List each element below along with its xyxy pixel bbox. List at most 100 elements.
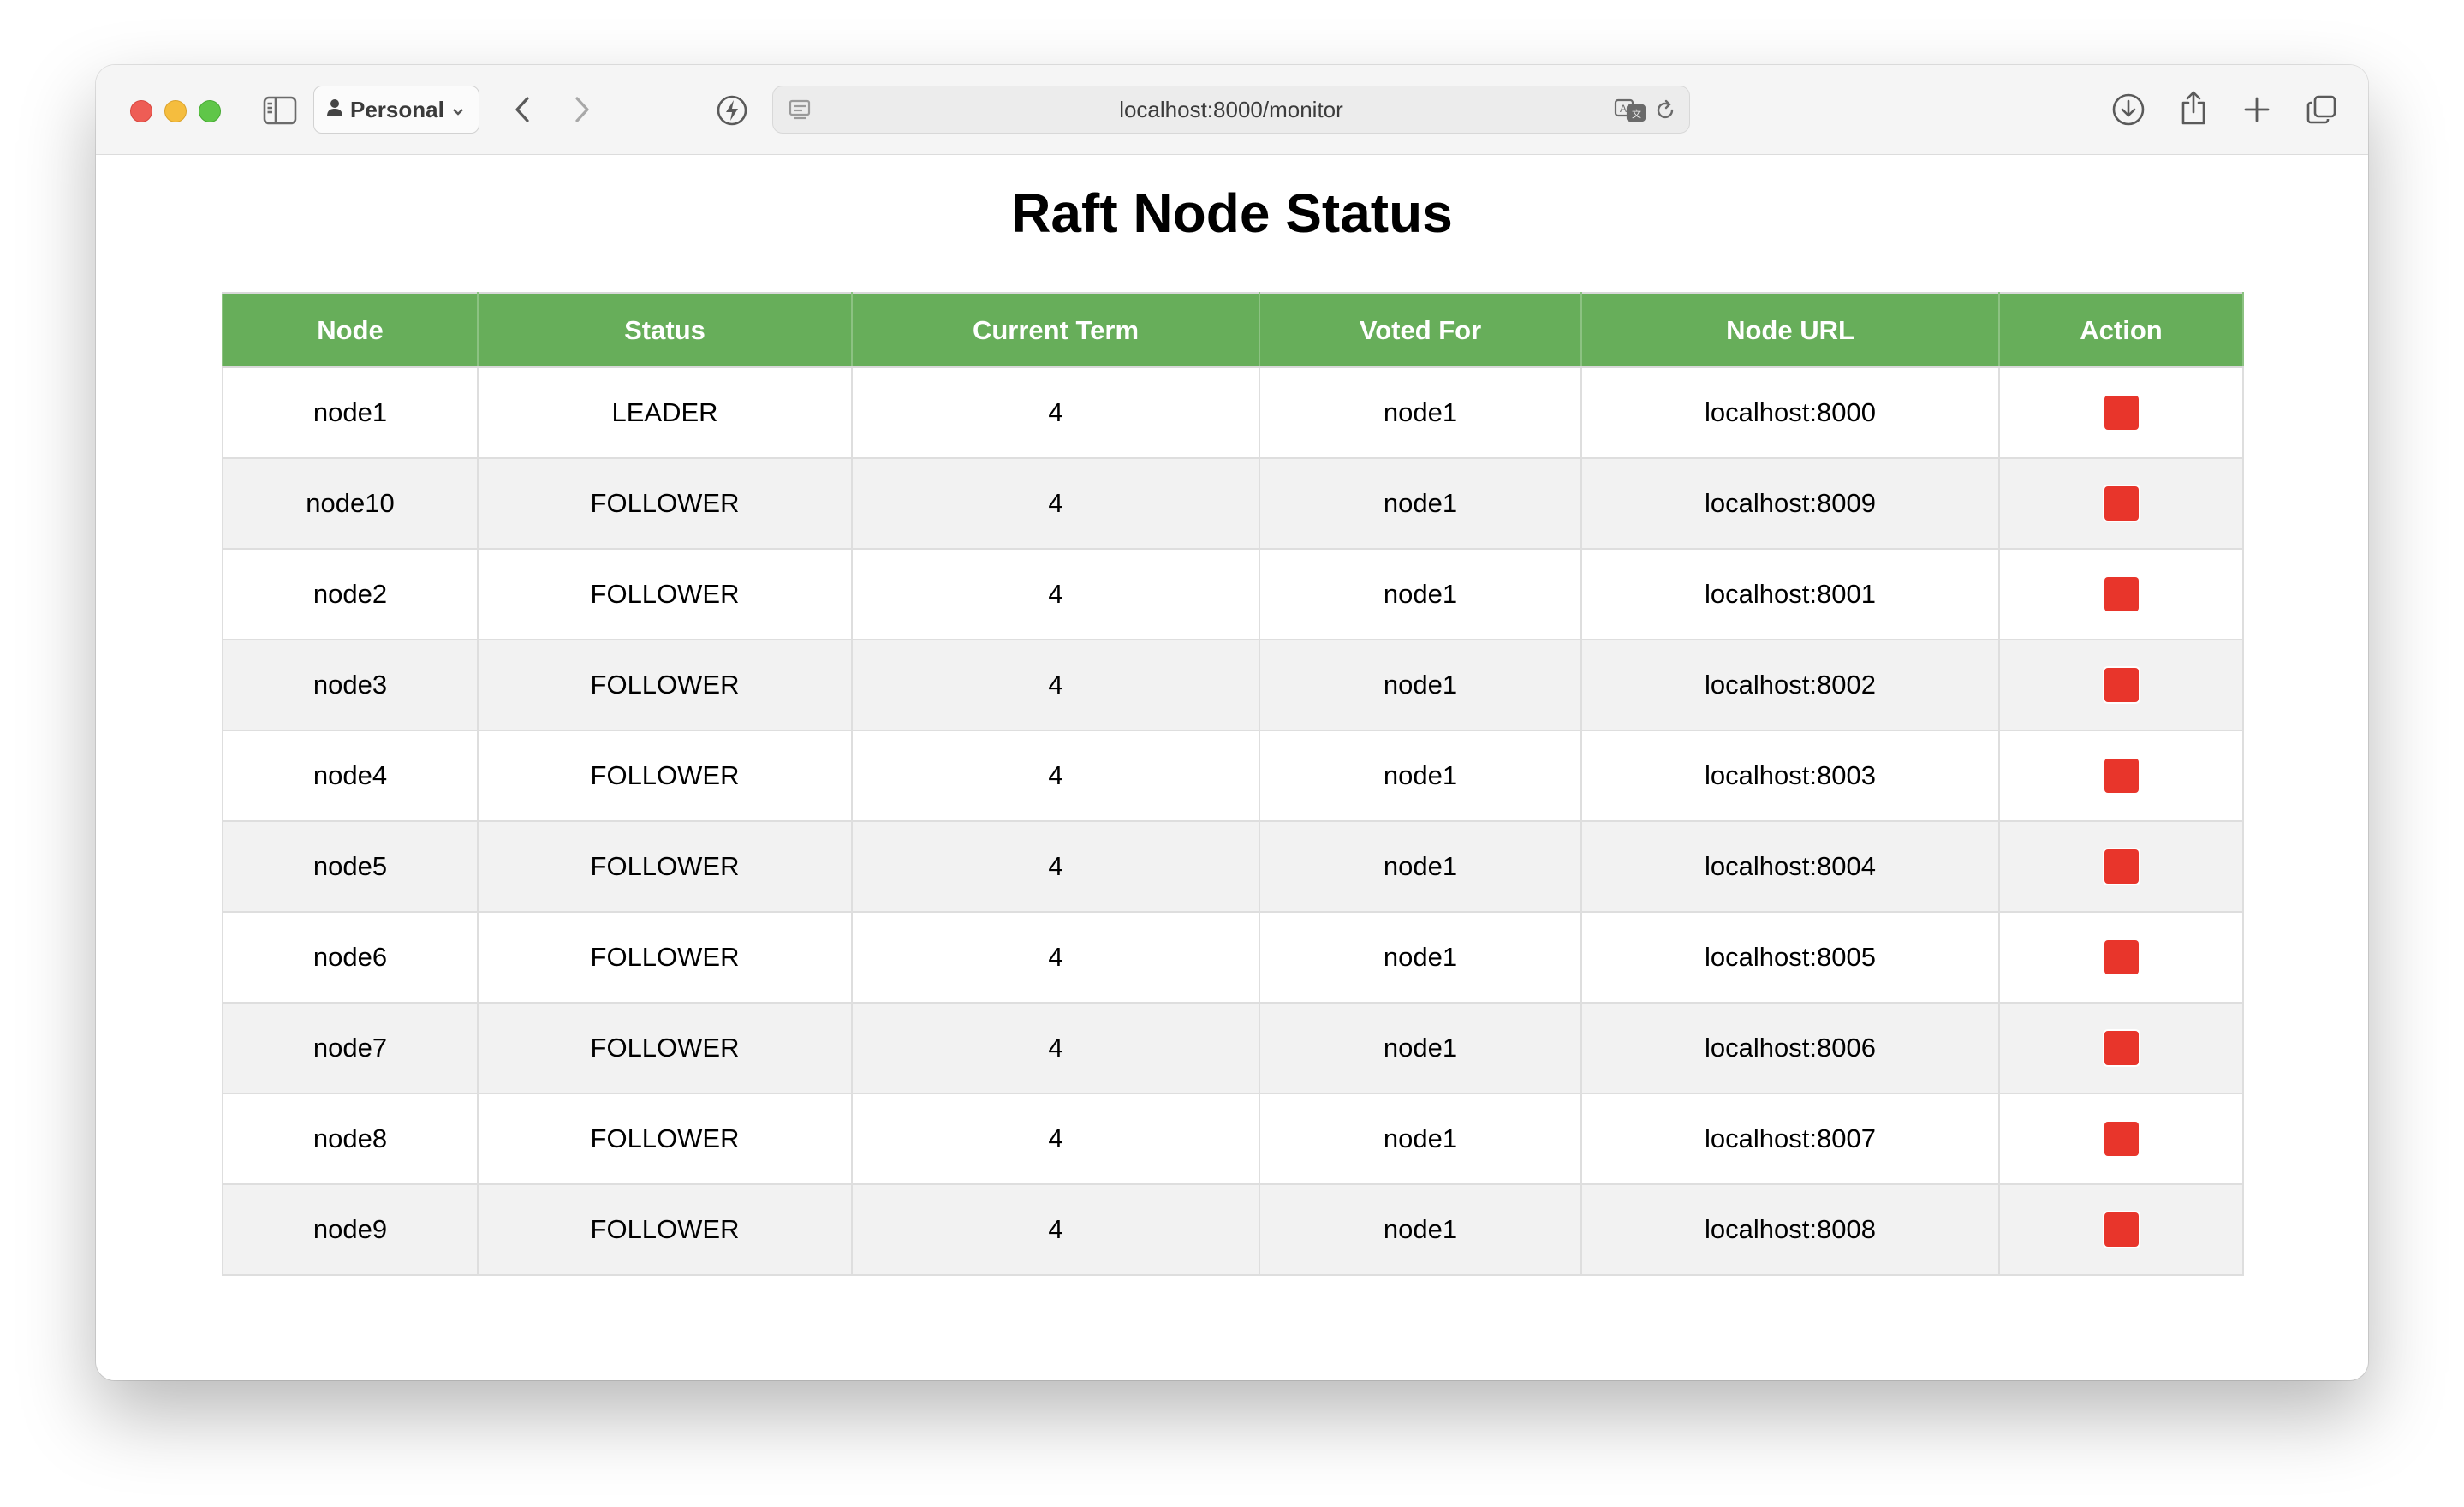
url-text: localhost:8000/monitor [1119, 96, 1343, 122]
cell-node-url: localhost:8002 [1580, 639, 2000, 731]
table-row: node7 FOLLOWER 4 node1 localhost:8006 [222, 1002, 2244, 1094]
stop-node-button[interactable] [2104, 1212, 2139, 1247]
cell-voted-for: node1 [1259, 730, 1582, 822]
cell-action [1998, 1093, 2244, 1185]
column-header-voted-for[interactable]: Voted For [1259, 292, 1582, 368]
cell-action [1998, 548, 2244, 640]
browser-window: Personal localhost:8000/monitor A 文 Raft… [96, 65, 2368, 1380]
page-title: Raft Node Status [1011, 182, 1453, 244]
table-row: node10 FOLLOWER 4 node1 localhost:8009 [222, 457, 2244, 550]
translate-icon[interactable]: A 文 [1614, 97, 1648, 124]
cell-node: node10 [222, 457, 479, 550]
cell-node-url: localhost:8008 [1580, 1183, 2000, 1276]
svg-text:文: 文 [1632, 108, 1641, 120]
cell-node: node5 [222, 820, 479, 913]
cell-action [1998, 1183, 2244, 1276]
cell-node: node3 [222, 639, 479, 731]
cell-action [1998, 730, 2244, 822]
svg-text:A: A [1620, 103, 1627, 115]
stop-node-button[interactable] [2104, 940, 2139, 974]
cell-status: FOLLOWER [477, 911, 853, 1004]
profile-selector[interactable]: Personal [313, 86, 479, 134]
cell-voted-for: node1 [1259, 820, 1582, 913]
cell-action [1998, 911, 2244, 1004]
reload-icon[interactable] [1653, 98, 1677, 122]
cell-node: node7 [222, 1002, 479, 1094]
address-bar[interactable]: localhost:8000/monitor A 文 [772, 86, 1690, 134]
cell-status: FOLLOWER [477, 457, 853, 550]
forward-arrow-icon[interactable] [565, 92, 599, 127]
cell-term: 4 [851, 366, 1260, 459]
cell-node: node6 [222, 911, 479, 1004]
column-header-status[interactable]: Status [477, 292, 853, 368]
column-header-node-url[interactable]: Node URL [1580, 292, 2000, 368]
share-icon[interactable] [2175, 87, 2212, 128]
column-header-node[interactable]: Node [222, 292, 479, 368]
bolt-icon[interactable] [714, 92, 750, 128]
stop-node-button[interactable] [2104, 759, 2139, 793]
maximize-window-button[interactable] [199, 100, 221, 122]
stop-node-button[interactable] [2104, 1031, 2139, 1065]
node-status-table: Node Status Current Term Voted For Node … [222, 292, 2244, 1276]
cell-node-url: localhost:8000 [1580, 366, 2000, 459]
stop-node-button[interactable] [2104, 577, 2139, 611]
browser-toolbar: Personal localhost:8000/monitor A 文 [96, 65, 2368, 155]
minimize-window-button[interactable] [164, 100, 187, 122]
column-header-current-term[interactable]: Current Term [851, 292, 1260, 368]
table-row: node1 LEADER 4 node1 localhost:8000 [222, 366, 2244, 459]
back-arrow-icon[interactable] [505, 92, 539, 127]
cell-voted-for: node1 [1259, 366, 1582, 459]
cell-term: 4 [851, 639, 1260, 731]
sidebar-toggle-icon[interactable] [262, 94, 298, 127]
stop-node-button[interactable] [2104, 396, 2139, 430]
cell-action [1998, 366, 2244, 459]
tab-overview-icon[interactable] [2303, 91, 2341, 128]
close-window-button[interactable] [130, 100, 152, 122]
table-row: node8 FOLLOWER 4 node1 localhost:8007 [222, 1093, 2244, 1185]
page-content: Raft Node Status Node Status Current Ter… [96, 155, 2368, 1380]
cell-node: node9 [222, 1183, 479, 1276]
table-row: node3 FOLLOWER 4 node1 localhost:8002 [222, 639, 2244, 731]
table-row: node6 FOLLOWER 4 node1 localhost:8005 [222, 911, 2244, 1004]
cell-term: 4 [851, 1002, 1260, 1094]
cell-action [1998, 820, 2244, 913]
cell-node-url: localhost:8001 [1580, 548, 2000, 640]
cell-status: FOLLOWER [477, 1002, 853, 1094]
cell-node: node2 [222, 548, 479, 640]
cell-node-url: localhost:8009 [1580, 457, 2000, 550]
cell-status: LEADER [477, 366, 853, 459]
new-tab-icon[interactable] [2238, 91, 2276, 128]
cell-status: FOLLOWER [477, 820, 853, 913]
chevron-down-icon [451, 97, 465, 123]
cell-node-url: localhost:8004 [1580, 820, 2000, 913]
column-header-action[interactable]: Action [1998, 292, 2244, 368]
cell-node-url: localhost:8006 [1580, 1002, 2000, 1094]
stop-node-button[interactable] [2104, 486, 2139, 521]
cell-status: FOLLOWER [477, 730, 853, 822]
cell-term: 4 [851, 548, 1260, 640]
cell-node: node1 [222, 366, 479, 459]
cell-node-url: localhost:8003 [1580, 730, 2000, 822]
cell-status: FOLLOWER [477, 639, 853, 731]
cell-voted-for: node1 [1259, 911, 1582, 1004]
cell-node-url: localhost:8007 [1580, 1093, 2000, 1185]
cell-term: 4 [851, 820, 1260, 913]
stop-node-button[interactable] [2104, 1122, 2139, 1156]
cell-term: 4 [851, 457, 1260, 550]
cell-voted-for: node1 [1259, 548, 1582, 640]
table-row: node2 FOLLOWER 4 node1 localhost:8001 [222, 548, 2244, 640]
cell-action [1998, 1002, 2244, 1094]
cell-term: 4 [851, 1183, 1260, 1276]
stop-node-button[interactable] [2104, 668, 2139, 702]
table-row: node4 FOLLOWER 4 node1 localhost:8003 [222, 730, 2244, 822]
cell-voted-for: node1 [1259, 1183, 1582, 1276]
cell-status: FOLLOWER [477, 548, 853, 640]
cell-term: 4 [851, 1093, 1260, 1185]
stop-node-button[interactable] [2104, 849, 2139, 884]
profile-label: Personal [350, 96, 444, 122]
download-icon[interactable] [2110, 91, 2147, 128]
table-row: node9 FOLLOWER 4 node1 localhost:8008 [222, 1183, 2244, 1276]
cell-status: FOLLOWER [477, 1183, 853, 1276]
table-header-row: Node Status Current Term Voted For Node … [222, 292, 2244, 368]
cell-node: node8 [222, 1093, 479, 1185]
